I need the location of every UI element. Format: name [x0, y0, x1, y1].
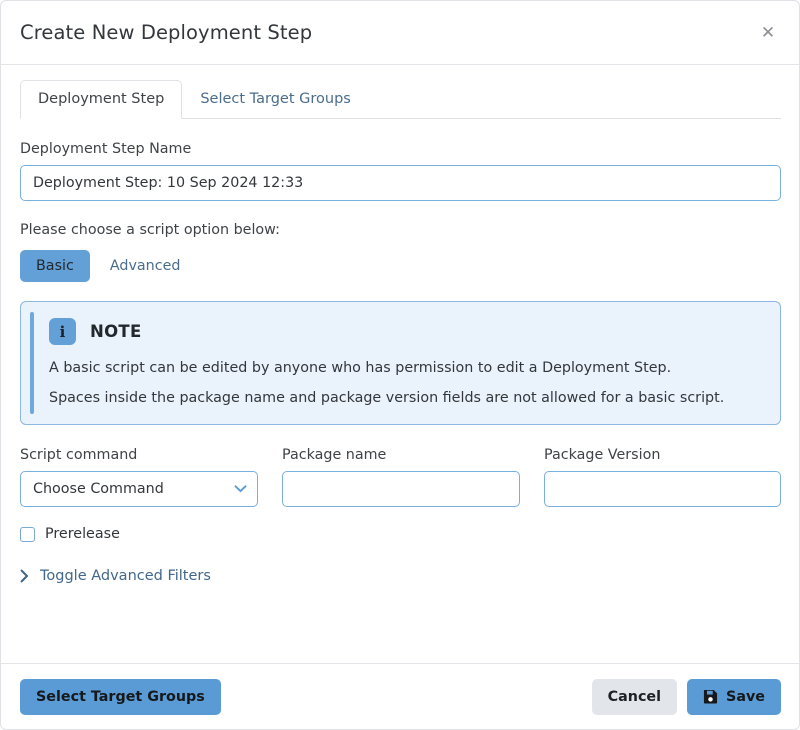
script-command-label: Script command [20, 447, 138, 463]
deployment-step-name-label: Deployment Step Name [20, 141, 192, 157]
chevron-right-icon [20, 569, 29, 583]
create-deployment-step-dialog: Create New Deployment Step ✕ Deployment … [0, 0, 800, 730]
dialog-header: Create New Deployment Step ✕ [1, 1, 799, 65]
package-version-field: Package Version [544, 447, 781, 507]
script-option-group: Basic Advanced [20, 250, 781, 282]
note-callout: i NOTE A basic script can be edited by a… [20, 301, 781, 425]
script-option-basic-button[interactable]: Basic [20, 250, 90, 282]
package-version-input[interactable] [544, 471, 781, 507]
info-icon: i [49, 318, 76, 345]
tab-bar: Deployment Step Select Target Groups [20, 80, 781, 119]
note-line-2: Spaces inside the package name and packa… [49, 390, 725, 406]
script-option-helper-text: Please choose a script option below: [20, 222, 280, 238]
save-button-label: Save [726, 688, 765, 705]
note-title: NOTE [90, 322, 142, 341]
toggle-advanced-filters-link[interactable]: Toggle Advanced Filters [20, 568, 211, 584]
note-line-1: A basic script can be edited by anyone w… [49, 360, 672, 376]
select-target-groups-button[interactable]: Select Target Groups [20, 678, 221, 715]
close-icon[interactable]: ✕ [755, 20, 781, 46]
toggle-advanced-filters-label: Toggle Advanced Filters [40, 568, 211, 584]
footer-actions: Cancel Save [591, 678, 781, 715]
note-accent-bar [30, 312, 34, 414]
tab-select-target-groups[interactable]: Select Target Groups [182, 80, 369, 119]
cancel-button[interactable]: Cancel [591, 678, 678, 715]
save-button[interactable]: Save [687, 678, 781, 715]
deployment-step-name-input[interactable] [20, 165, 781, 201]
prerelease-label: Prerelease [45, 526, 120, 542]
script-command-selected-value: Choose Command [33, 481, 164, 497]
script-option-advanced-button[interactable]: Advanced [94, 250, 197, 282]
dialog-footer: Select Target Groups Cancel Save [1, 663, 799, 729]
save-icon [703, 689, 718, 704]
package-name-input[interactable] [282, 471, 520, 507]
script-command-field: Script command Choose Command [20, 447, 258, 507]
tab-deployment-step[interactable]: Deployment Step [20, 80, 183, 119]
page-title: Create New Deployment Step [20, 21, 313, 44]
prerelease-row: Prerelease [20, 526, 781, 542]
script-command-select[interactable]: Choose Command [20, 471, 258, 507]
note-header: i NOTE [49, 318, 760, 345]
package-name-field: Package name [282, 447, 520, 507]
package-version-label: Package Version [544, 447, 661, 463]
prerelease-checkbox[interactable] [20, 526, 35, 542]
script-fields-row: Script command Choose Command Package na… [20, 447, 781, 507]
dialog-body: Deployment Step Select Target Groups Dep… [1, 65, 799, 663]
package-name-label: Package name [282, 447, 387, 463]
